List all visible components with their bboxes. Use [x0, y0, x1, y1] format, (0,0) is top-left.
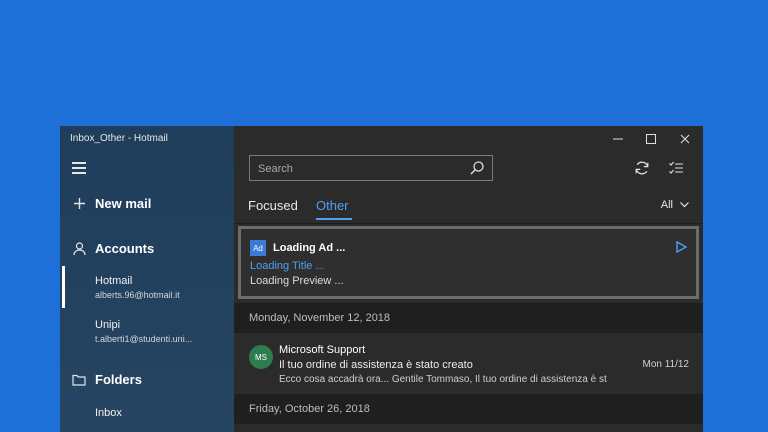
mail-app-window: Inbox_Other - Hotmail New mail Accounts …: [60, 126, 703, 432]
account-name: Hotmail: [95, 275, 133, 287]
avatar: MS: [249, 345, 273, 369]
account-email: alberts.96@hotmail.it: [95, 290, 180, 300]
message-date: Mon 11/12: [642, 359, 689, 370]
account-email: t.alberti1@studenti.uni...: [95, 334, 193, 344]
new-mail-label: New mail: [95, 196, 152, 211]
filter-dropdown[interactable]: All: [661, 199, 689, 211]
search-box: [249, 155, 493, 181]
sidebar: Inbox_Other - Hotmail New mail Accounts …: [60, 126, 234, 432]
divider: [234, 223, 703, 224]
ad-badge: Ad: [250, 240, 266, 256]
account-item-hotmail[interactable]: Hotmail alberts.96@hotmail.it: [95, 275, 180, 300]
search-icon[interactable]: [469, 160, 485, 176]
ad-choices-icon[interactable]: [675, 240, 688, 254]
date-group-header: Monday, November 12, 2018: [234, 303, 703, 333]
folder-item-inbox[interactable]: Inbox: [95, 407, 122, 419]
accounts-button[interactable]: Accounts: [72, 241, 154, 256]
accounts-label: Accounts: [95, 241, 155, 256]
selected-account-indicator: [62, 266, 65, 308]
tab-focused[interactable]: Focused: [248, 198, 298, 213]
window-title: Inbox_Other - Hotmail: [70, 133, 168, 144]
message-list-pane: Focused Other All Ad Loading Ad ... Load…: [234, 126, 703, 432]
new-mail-button[interactable]: New mail: [72, 196, 151, 211]
search-input[interactable]: [258, 161, 458, 176]
sync-icon[interactable]: [634, 160, 650, 176]
message-item[interactable]: MS Microsoft Support Il tuo ordine di as…: [234, 335, 703, 393]
plus-icon: [72, 197, 86, 211]
ad-sender: Loading Ad ...: [273, 242, 346, 254]
folders-label: Folders: [95, 372, 142, 387]
folder-icon: [72, 373, 86, 387]
account-name: Unipi: [95, 319, 121, 331]
ad-title: Loading Title ...: [250, 260, 325, 272]
active-tab-underline: [316, 218, 352, 220]
hamburger-menu-icon[interactable]: [72, 162, 86, 174]
filter-label: All: [660, 199, 673, 211]
message-sender: Microsoft Support: [279, 344, 366, 356]
person-icon: [72, 242, 86, 256]
message-preview: Ecco cosa accadrà ora... Gentile Tommaso…: [279, 374, 607, 385]
message-subject: Il tuo ordine di assistenza è stato crea…: [279, 359, 473, 371]
account-item-unipi[interactable]: Unipi t.alberti1@studenti.uni...: [95, 319, 192, 344]
selection-mode-icon[interactable]: [668, 160, 684, 176]
minimize-icon[interactable]: [609, 131, 627, 147]
chevron-down-icon: [680, 202, 689, 208]
tab-other[interactable]: Other: [316, 198, 349, 213]
ad-card[interactable]: Ad Loading Ad ... Loading Title ... Load…: [238, 226, 699, 299]
folders-button[interactable]: Folders: [72, 372, 142, 387]
maximize-icon[interactable]: [642, 131, 660, 147]
close-icon[interactable]: [676, 131, 694, 147]
date-group-header: Friday, October 26, 2018: [234, 394, 703, 424]
ad-preview: Loading Preview ...: [250, 275, 344, 287]
